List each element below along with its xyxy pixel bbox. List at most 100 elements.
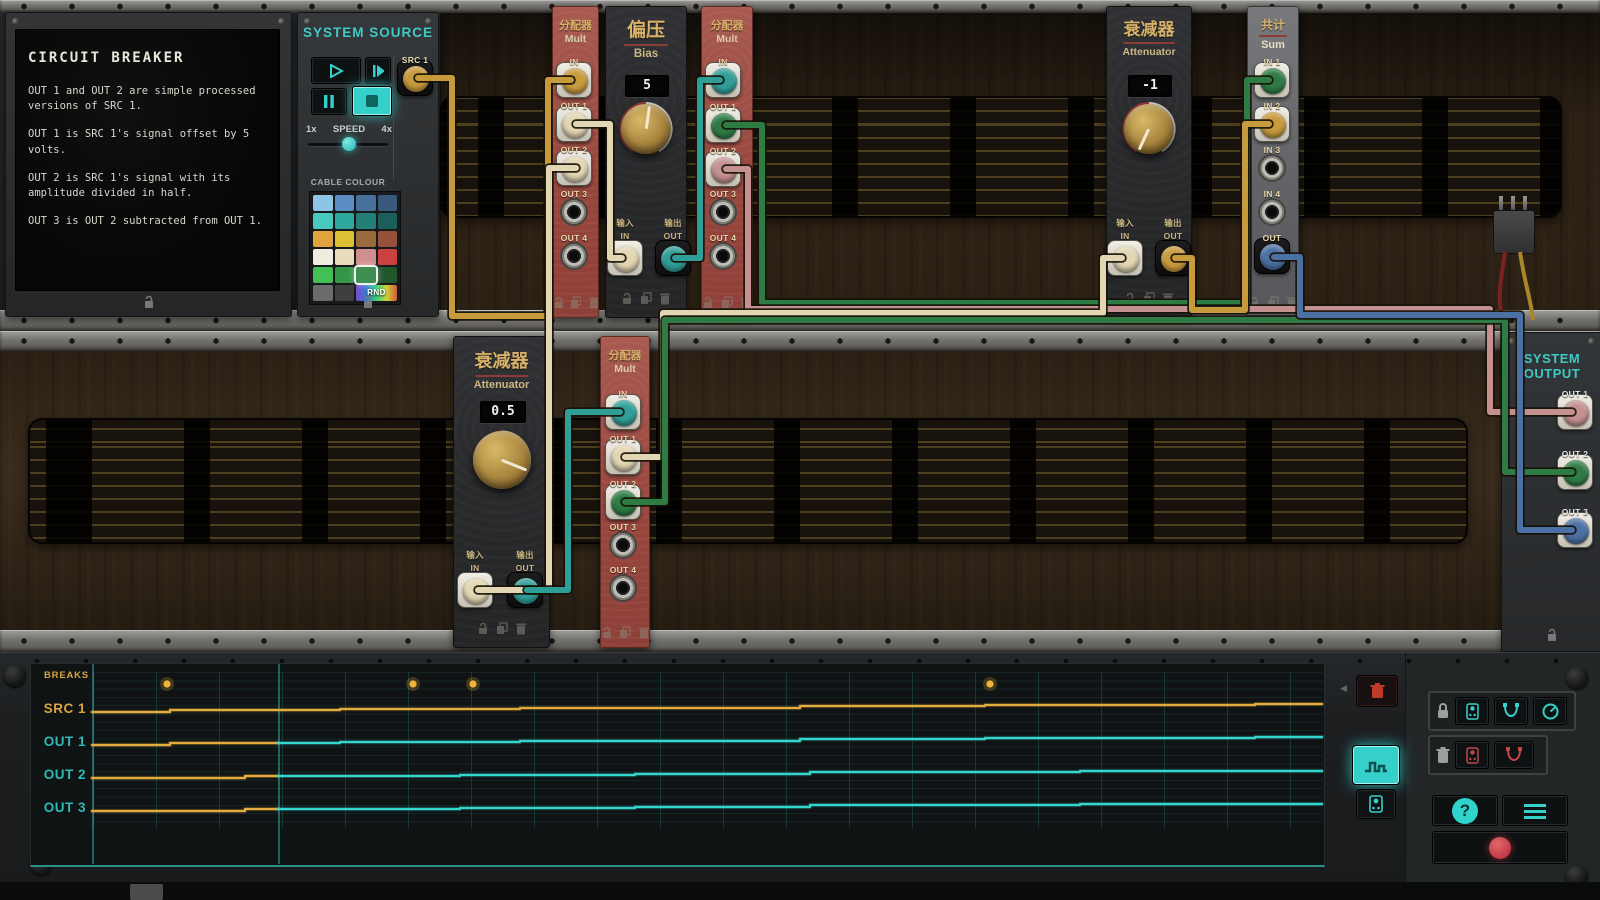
- cable-colour-swatch[interactable]: [356, 249, 376, 265]
- duplicate-icon[interactable]: [640, 292, 652, 305]
- mult1-out3-jack[interactable]: [556, 194, 592, 230]
- bias-value-display[interactable]: 5: [625, 75, 669, 97]
- mult2-out2-jack[interactable]: [705, 151, 741, 187]
- unlock-icon[interactable]: [601, 626, 612, 639]
- duplicate-icon[interactable]: [1267, 296, 1279, 309]
- cable-colour-swatch[interactable]: [335, 231, 355, 247]
- delete-cables-button[interactable]: [1494, 741, 1534, 769]
- duplicate-icon[interactable]: [1143, 292, 1155, 305]
- sum-in2-jack[interactable]: [1254, 106, 1290, 142]
- cable-colour-swatch[interactable]: [313, 285, 333, 301]
- bias-in-jack[interactable]: [607, 240, 643, 276]
- att1-out-jack[interactable]: [1155, 240, 1191, 276]
- unlock-icon[interactable]: [477, 622, 489, 635]
- help-button[interactable]: ?: [1432, 795, 1498, 826]
- cable-colour-swatch[interactable]: [335, 195, 355, 211]
- trash-icon[interactable]: [638, 626, 649, 639]
- lock-knobs-button[interactable]: [1533, 697, 1567, 725]
- cable-colour-swatch[interactable]: [356, 231, 376, 247]
- trash-icon[interactable]: [659, 292, 671, 305]
- attenuator-value-display[interactable]: -1: [1128, 75, 1172, 97]
- mult2-out4-jack[interactable]: [705, 238, 741, 274]
- mult1-out2-jack[interactable]: [556, 150, 592, 186]
- trash-icon[interactable]: [1286, 296, 1298, 309]
- sum-out-jack[interactable]: [1254, 238, 1290, 274]
- menu-button[interactable]: [1502, 795, 1568, 826]
- step-button[interactable]: [365, 57, 391, 84]
- mult2-out3-jack[interactable]: [705, 194, 741, 230]
- sum-in4-jack[interactable]: [1254, 194, 1290, 230]
- sum-in3-jack[interactable]: [1254, 150, 1290, 186]
- lock-cables-button[interactable]: [1494, 697, 1528, 725]
- collapse-arrow-icon[interactable]: ◀: [1340, 683, 1347, 694]
- mult2-out1-jack[interactable]: [705, 107, 741, 143]
- panel-lock-icon[interactable]: [362, 295, 374, 314]
- attenuator-knob[interactable]: [473, 431, 531, 489]
- sum-in1-jack[interactable]: [1254, 62, 1290, 98]
- cable-colour-swatch[interactable]: [378, 267, 398, 283]
- duplicate-icon[interactable]: [496, 622, 508, 635]
- cable-colour-swatch[interactable]: [313, 195, 333, 211]
- cable-colour-swatch[interactable]: [335, 267, 355, 283]
- sysout-1-jack[interactable]: [1557, 394, 1593, 430]
- lock-modules-button[interactable]: [1455, 697, 1489, 725]
- mult1-out1-jack[interactable]: [556, 106, 592, 142]
- cable-colour-swatch[interactable]: [335, 285, 355, 301]
- att05-in-jack[interactable]: [457, 572, 493, 608]
- pause-button[interactable]: [311, 88, 347, 115]
- unlock-icon[interactable]: [1248, 296, 1260, 309]
- mult3-out4-jack[interactable]: [605, 570, 641, 606]
- mult3-out3-jack[interactable]: [605, 527, 641, 563]
- trash-icon[interactable]: [740, 296, 752, 309]
- record-button[interactable]: [1432, 831, 1568, 864]
- cable-colour-swatch[interactable]: [313, 249, 333, 265]
- mult3-out2-jack[interactable]: [605, 484, 641, 520]
- bias-knob[interactable]: [621, 104, 671, 154]
- cable-colour-swatch[interactable]: [313, 231, 333, 247]
- att1-in-jack[interactable]: [1107, 240, 1143, 276]
- trash-icon[interactable]: [515, 622, 527, 635]
- mult2-in-jack[interactable]: [705, 62, 741, 98]
- panel-lock-icon[interactable]: [143, 295, 155, 314]
- stop-button[interactable]: [352, 86, 392, 116]
- att05-out-jack[interactable]: [507, 572, 543, 608]
- unlock-icon[interactable]: [702, 296, 714, 309]
- cable-colour-swatch[interactable]: [335, 249, 355, 265]
- attenuator-value-display[interactable]: 0.5: [480, 401, 526, 423]
- sysout-2-jack[interactable]: [1557, 454, 1593, 490]
- trash-icon[interactable]: [588, 296, 598, 309]
- duplicate-icon[interactable]: [721, 296, 733, 309]
- cable-colour-swatch[interactable]: [378, 249, 398, 265]
- speed-slider-thumb[interactable]: [342, 137, 356, 151]
- unlock-icon[interactable]: [621, 292, 633, 305]
- mult3-out1-jack[interactable]: [605, 439, 641, 475]
- cable-colour-swatch[interactable]: [313, 213, 333, 229]
- cable-colour-swatch[interactable]: [356, 213, 376, 229]
- src1-jack[interactable]: [397, 60, 433, 96]
- cable-colour-swatch[interactable]: [356, 267, 376, 283]
- unlock-icon[interactable]: [553, 296, 563, 309]
- unlock-icon[interactable]: [1124, 292, 1136, 305]
- panel-lock-icon[interactable]: [1546, 628, 1558, 647]
- duplicate-icon[interactable]: [619, 626, 630, 639]
- rack-view-button[interactable]: [1356, 789, 1396, 819]
- cable-colour-swatch[interactable]: [378, 213, 398, 229]
- mult3-in-jack[interactable]: [605, 394, 641, 430]
- cable-colour-swatch[interactable]: [378, 231, 398, 247]
- duplicate-icon[interactable]: [570, 296, 580, 309]
- speed-slider[interactable]: [308, 143, 388, 146]
- cable-colour-swatch[interactable]: [356, 195, 376, 211]
- mult1-out4-jack[interactable]: [556, 238, 592, 274]
- bias-out-jack[interactable]: [655, 240, 691, 276]
- cable-colour-swatch[interactable]: [378, 195, 398, 211]
- cable-colour-swatch[interactable]: [313, 267, 333, 283]
- mult1-in-jack[interactable]: [556, 62, 592, 98]
- scope-view-button[interactable]: [1352, 745, 1400, 785]
- clear-breaks-button[interactable]: [1356, 675, 1398, 707]
- cable-colour-swatch[interactable]: [335, 213, 355, 229]
- attenuator-knob[interactable]: [1124, 104, 1174, 154]
- trash-icon[interactable]: [1162, 292, 1174, 305]
- delete-modules-button[interactable]: [1455, 741, 1489, 769]
- play-button[interactable]: [311, 57, 361, 84]
- sysout-3-jack[interactable]: [1557, 512, 1593, 548]
